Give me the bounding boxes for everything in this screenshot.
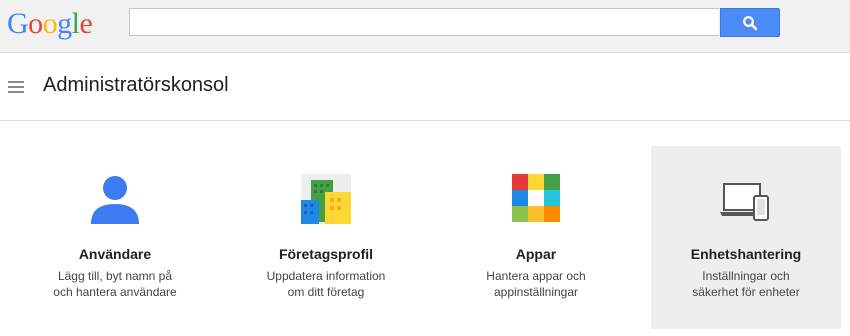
tile-title: Användare — [78, 246, 152, 262]
search-button[interactable] — [720, 8, 780, 37]
tile-title: Företagsprofil — [278, 246, 374, 262]
tile-desc-line: Uppdatera information — [266, 269, 386, 283]
user-icon — [91, 176, 139, 224]
tile-description: Uppdatera information om ditt företag — [239, 268, 413, 300]
tile-desc-line: appinställningar — [493, 285, 579, 299]
tile-description: Lägg till, byt namn på och hantera använ… — [28, 268, 202, 300]
tile-users[interactable]: Användare Lägg till, byt namn på och han… — [20, 146, 210, 329]
tile-description: Inställningar och säkerhet för enheter — [659, 268, 833, 300]
tile-device-management[interactable]: Enhetshantering Inställningar och säkerh… — [651, 146, 841, 329]
tile-desc-line: Inställningar och — [702, 269, 790, 283]
page-title: Administratörskonsol — [43, 74, 229, 96]
tile-title: Appar — [515, 246, 557, 262]
devices-icon — [720, 183, 769, 221]
google-logo[interactable]: Google — [7, 6, 93, 42]
logo-letter: o — [28, 7, 43, 40]
tile-desc-line: Lägg till, byt namn på — [57, 269, 173, 283]
tile-desc-line: om ditt företag — [287, 285, 365, 299]
logo-letter: e — [79, 7, 93, 40]
google-search-bar: Google — [0, 0, 850, 53]
search-icon — [743, 15, 758, 30]
hamburger-menu-icon[interactable] — [8, 81, 24, 93]
tile-description: Hantera appar och appinställningar — [449, 268, 623, 300]
logo-letter: g — [57, 7, 72, 40]
company-buildings-icon — [301, 174, 351, 224]
search-input[interactable] — [129, 8, 719, 36]
tile-apps[interactable]: Appar Hantera appar och appinställningar — [441, 146, 631, 329]
apps-grid-icon — [512, 174, 560, 222]
logo-letter: G — [7, 7, 29, 40]
tile-title: Enhetshantering — [690, 246, 802, 262]
tile-desc-line: säkerhet för enheter — [692, 285, 800, 299]
logo-letter: o — [42, 7, 58, 40]
tile-desc-line: och hantera användare — [53, 285, 177, 299]
tile-desc-line: Hantera appar och — [486, 269, 586, 283]
logo-letter: l — [71, 7, 80, 40]
tile-company-profile[interactable]: Företagsprofil Uppdatera information om … — [231, 146, 421, 329]
page-header: Administratörskonsol — [0, 53, 850, 121]
